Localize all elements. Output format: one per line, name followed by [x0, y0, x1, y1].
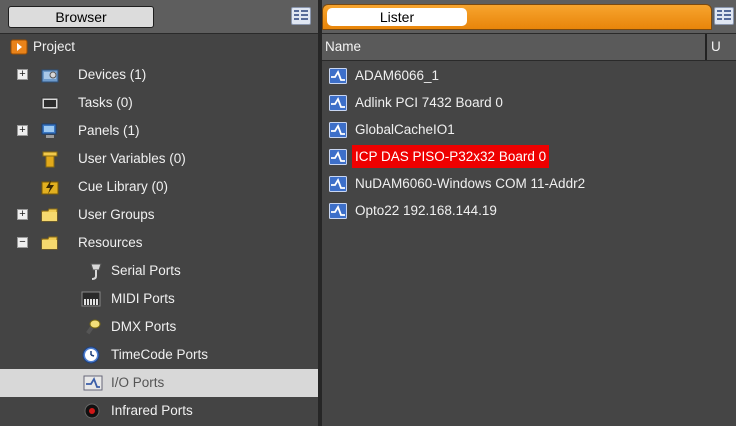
tree-item-label: Cue Library (0) — [78, 179, 169, 194]
serial-port-icon — [87, 262, 105, 280]
tasks-icon — [41, 94, 59, 112]
io-device-icon — [329, 175, 347, 193]
list-item[interactable]: Adlink PCI 7432 Board 0 — [322, 89, 736, 116]
list-item[interactable]: NuDAM6060-Windows COM 11-Addr2 — [322, 170, 736, 197]
tree-item-label: MIDI Ports — [111, 291, 175, 306]
list-item[interactable]: GlobalCacheIO1 — [322, 116, 736, 143]
lister-header: Lister — [322, 0, 736, 34]
tree-item-label: Project — [33, 39, 76, 54]
tree-item-midi-ports[interactable]: MIDI Ports — [0, 285, 318, 313]
list-item-label: GlobalCacheIO1 — [355, 122, 455, 137]
column-name-header[interactable]: Name — [325, 34, 361, 60]
lister-panel: Lister Name U ADAM6066_1 Adlink PCI 7432… — [322, 0, 736, 426]
folder-icon — [41, 234, 59, 252]
tree-item-user-groups[interactable]: + User Groups — [0, 201, 318, 229]
timecode-clock-icon — [82, 346, 100, 364]
expand-icon[interactable]: + — [17, 209, 28, 220]
tree-item-label: User Groups — [78, 207, 155, 222]
tree-item-label: Panels (1) — [78, 123, 140, 138]
list-item[interactable]: ADAM6066_1 — [322, 62, 736, 89]
io-device-icon — [329, 148, 347, 166]
browser-header: Browser — [0, 0, 318, 34]
list-item[interactable]: Opto22 192.168.144.19 — [322, 197, 736, 224]
list-item-label: NuDAM6060-Windows COM 11-Addr2 — [355, 176, 586, 191]
tree-item-label: Tasks (0) — [78, 95, 133, 110]
column-u-header[interactable]: U — [711, 34, 721, 60]
tree-item-resources[interactable]: − Resources — [0, 229, 318, 257]
tree-item-io-ports[interactable]: I/O Ports — [0, 369, 318, 397]
lister-tab[interactable]: Lister — [327, 8, 467, 26]
tree-item-label: Resources — [78, 235, 143, 250]
column-divider[interactable] — [705, 34, 707, 60]
lister-tab-bar: Lister — [322, 4, 712, 30]
project-icon — [10, 38, 28, 56]
io-device-icon — [329, 67, 347, 85]
list-item[interactable]: ICP DAS PISO-P32x32 Board 0 — [322, 143, 736, 170]
tree-item-panels[interactable]: + Panels (1) — [0, 117, 318, 145]
dmx-port-icon — [84, 318, 102, 336]
tree-item-devices[interactable]: + Devices (1) — [0, 61, 318, 89]
panels-icon — [41, 122, 59, 140]
cue-library-icon — [41, 178, 59, 196]
lister-panel-menu-icon[interactable] — [714, 7, 734, 25]
tree-item-user-variables[interactable]: User Variables (0) — [0, 145, 318, 173]
browser-panel: Browser Project + Devices (1) Tasks (0) … — [0, 0, 318, 426]
tree-item-project[interactable]: Project — [0, 33, 318, 61]
list-item-label: ICP DAS PISO-P32x32 Board 0 — [352, 145, 550, 168]
expand-icon[interactable]: + — [17, 69, 28, 80]
list-item-label: Opto22 192.168.144.19 — [355, 203, 497, 218]
tree-item-timecode-ports[interactable]: TimeCode Ports — [0, 341, 318, 369]
tree-item-label: Infrared Ports — [111, 403, 193, 418]
collapse-icon[interactable]: − — [17, 237, 28, 248]
tree-item-cue-library[interactable]: Cue Library (0) — [0, 173, 318, 201]
tree-item-infrared-ports[interactable]: Infrared Ports — [0, 397, 318, 425]
devices-icon — [41, 66, 59, 84]
user-variables-icon — [41, 150, 59, 168]
lister-list: ADAM6066_1 Adlink PCI 7432 Board 0 Globa… — [322, 62, 736, 224]
io-device-icon — [329, 121, 347, 139]
tree-item-label: TimeCode Ports — [111, 347, 209, 362]
io-device-icon — [329, 202, 347, 220]
io-port-icon — [83, 374, 103, 392]
tree-item-label: DMX Ports — [111, 319, 177, 334]
tree-item-label: Devices (1) — [78, 67, 147, 82]
browser-tree: Project + Devices (1) Tasks (0) + Panels… — [0, 33, 318, 425]
tree-item-dmx-ports[interactable]: DMX Ports — [0, 313, 318, 341]
infrared-icon — [83, 402, 101, 420]
tree-item-label: I/O Ports — [111, 375, 165, 390]
io-device-icon — [329, 94, 347, 112]
midi-port-icon — [81, 290, 101, 308]
browser-tab[interactable]: Browser — [8, 6, 154, 28]
list-item-label: ADAM6066_1 — [355, 68, 440, 83]
tree-item-serial-ports[interactable]: Serial Ports — [0, 257, 318, 285]
tree-item-label: User Variables (0) — [78, 151, 186, 166]
folder-icon — [41, 206, 59, 224]
tree-item-tasks[interactable]: Tasks (0) — [0, 89, 318, 117]
list-item-label: Adlink PCI 7432 Board 0 — [355, 95, 503, 110]
expand-icon[interactable]: + — [17, 125, 28, 136]
tree-item-label: Serial Ports — [111, 263, 181, 278]
lister-column-header: Name U — [322, 34, 736, 61]
browser-panel-menu-icon[interactable] — [291, 7, 311, 25]
